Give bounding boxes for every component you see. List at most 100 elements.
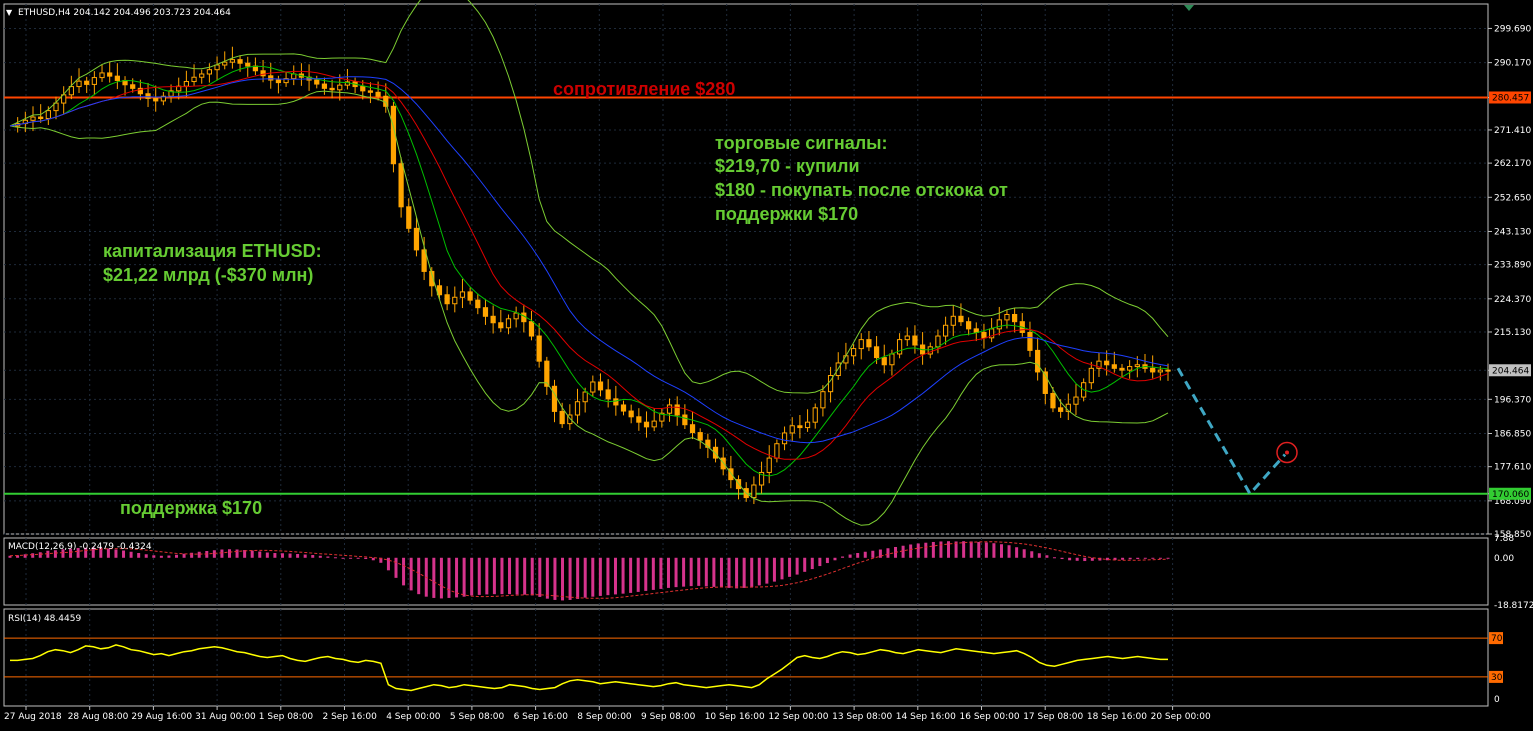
- x-tick-label: 14 Sep 16:00: [896, 712, 956, 722]
- rsi-tick-label: 0: [1494, 695, 1500, 705]
- macd-bar: [924, 542, 928, 558]
- macd-bar: [1143, 557, 1147, 559]
- trading-chart[interactable]: 299.690 290.170 280.457 271.410 262.170 252.6…: [0, 0, 1533, 727]
- candle-body: [873, 346, 880, 359]
- macd-bar: [916, 543, 920, 558]
- macd-bar: [167, 555, 171, 558]
- macd-bar: [1045, 555, 1049, 558]
- resistance-annotation: сопротивление $280: [553, 79, 735, 99]
- x-tick-label: 28 Aug 08:00: [68, 712, 129, 722]
- macd-bar: [1052, 557, 1056, 559]
- candle-body: [797, 425, 803, 429]
- x-tick-label: 29 Aug 16:00: [131, 712, 192, 722]
- dropdown-arrow-icon[interactable]: ▼: [6, 8, 13, 17]
- candle-body: [114, 75, 120, 81]
- macd-bar: [561, 557, 565, 601]
- macd-bar: [788, 557, 792, 577]
- rsi-level-label: 70: [1491, 634, 1503, 644]
- macd-bar: [636, 557, 640, 592]
- x-tick-label: 16 Sep 00:00: [960, 712, 1020, 722]
- candle-body: [812, 407, 818, 423]
- candle-body: [275, 79, 282, 84]
- signals-title: торговые сигналы:: [715, 133, 888, 153]
- candle-body: [444, 294, 450, 305]
- macd-tick-label: 7.88: [1494, 534, 1514, 544]
- candle-body: [904, 335, 910, 341]
- macd-bar: [447, 557, 451, 598]
- candle-body: [321, 83, 328, 89]
- macd-bar: [984, 542, 988, 558]
- macd-bar: [833, 557, 837, 561]
- candle-body: [467, 291, 473, 301]
- macd-bar: [523, 557, 527, 595]
- price-marker-label: 280.457: [1492, 93, 1529, 103]
- macd-bar: [795, 557, 799, 575]
- signals-line3: поддержки $170: [715, 204, 858, 224]
- candle-body: [1165, 369, 1171, 372]
- x-tick-label: 9 Sep 08:00: [641, 712, 696, 722]
- x-tick-label: 8 Sep 00:00: [577, 712, 632, 722]
- macd-bar: [757, 557, 761, 586]
- macd-bar: [553, 557, 557, 600]
- macd-bar: [666, 557, 670, 588]
- candle-body: [620, 404, 627, 412]
- candle-body: [850, 348, 857, 357]
- x-tick-label: 5 Sep 08:00: [450, 712, 505, 722]
- macd-bar: [999, 544, 1003, 558]
- macd-bar: [538, 557, 542, 597]
- macd-bar: [1007, 545, 1011, 558]
- candle-body: [107, 72, 113, 77]
- candle-body: [766, 457, 772, 473]
- macd-bar: [470, 557, 474, 596]
- macd-bar: [629, 557, 633, 593]
- macd-bar: [144, 554, 148, 558]
- macd-bar: [1083, 557, 1087, 562]
- macd-bar: [1030, 551, 1034, 558]
- candle-body: [84, 80, 90, 85]
- macd-bar: [212, 550, 216, 558]
- macd-bar: [576, 557, 580, 599]
- candle-body: [628, 410, 634, 418]
- macd-bar: [727, 557, 731, 588]
- macd-bar: [417, 557, 421, 595]
- candle-body: [183, 81, 189, 87]
- y-tick-label: 186.850: [1494, 429, 1531, 439]
- macd-bar: [810, 557, 814, 570]
- candle-body: [76, 80, 82, 88]
- macd-label: MACD(12,26,9) -0.2479 -0.4324: [8, 542, 152, 552]
- x-tick-label: 12 Sep 00:00: [768, 712, 828, 722]
- macd-bar: [803, 557, 807, 572]
- candle-body: [881, 357, 887, 366]
- macd-bar: [280, 553, 284, 558]
- macd-bar: [689, 557, 693, 587]
- candle-body: [528, 321, 535, 337]
- price-marker-label: 204.464: [1492, 366, 1529, 376]
- candle-body: [674, 404, 680, 416]
- macd-bar: [583, 557, 587, 598]
- macd-bar: [38, 552, 42, 558]
- macd-bar: [901, 545, 905, 558]
- macd-bar: [772, 557, 776, 582]
- macd-bar: [508, 557, 512, 595]
- macd-bar: [697, 557, 701, 586]
- macd-bar: [712, 557, 716, 587]
- macd-bar: [386, 557, 390, 571]
- candle-body: [206, 69, 212, 75]
- candle-body: [1157, 369, 1163, 373]
- candle-body: [99, 72, 105, 79]
- x-tick-label: 2 Sep 16:00: [323, 712, 378, 722]
- candle-body: [666, 404, 673, 414]
- candle-body: [981, 331, 987, 339]
- candle-body: [942, 324, 949, 337]
- candle-body: [582, 391, 588, 403]
- candle-body: [751, 484, 757, 499]
- candle-body: [551, 385, 558, 412]
- candle-body: [452, 296, 458, 305]
- candle-body: [789, 425, 795, 434]
- y-tick-label: 233.890: [1494, 261, 1531, 271]
- macd-bar: [1136, 557, 1140, 560]
- candle-body: [145, 93, 151, 99]
- macd-bar: [364, 557, 368, 560]
- candle-body: [222, 61, 228, 66]
- candle-body: [1027, 331, 1033, 351]
